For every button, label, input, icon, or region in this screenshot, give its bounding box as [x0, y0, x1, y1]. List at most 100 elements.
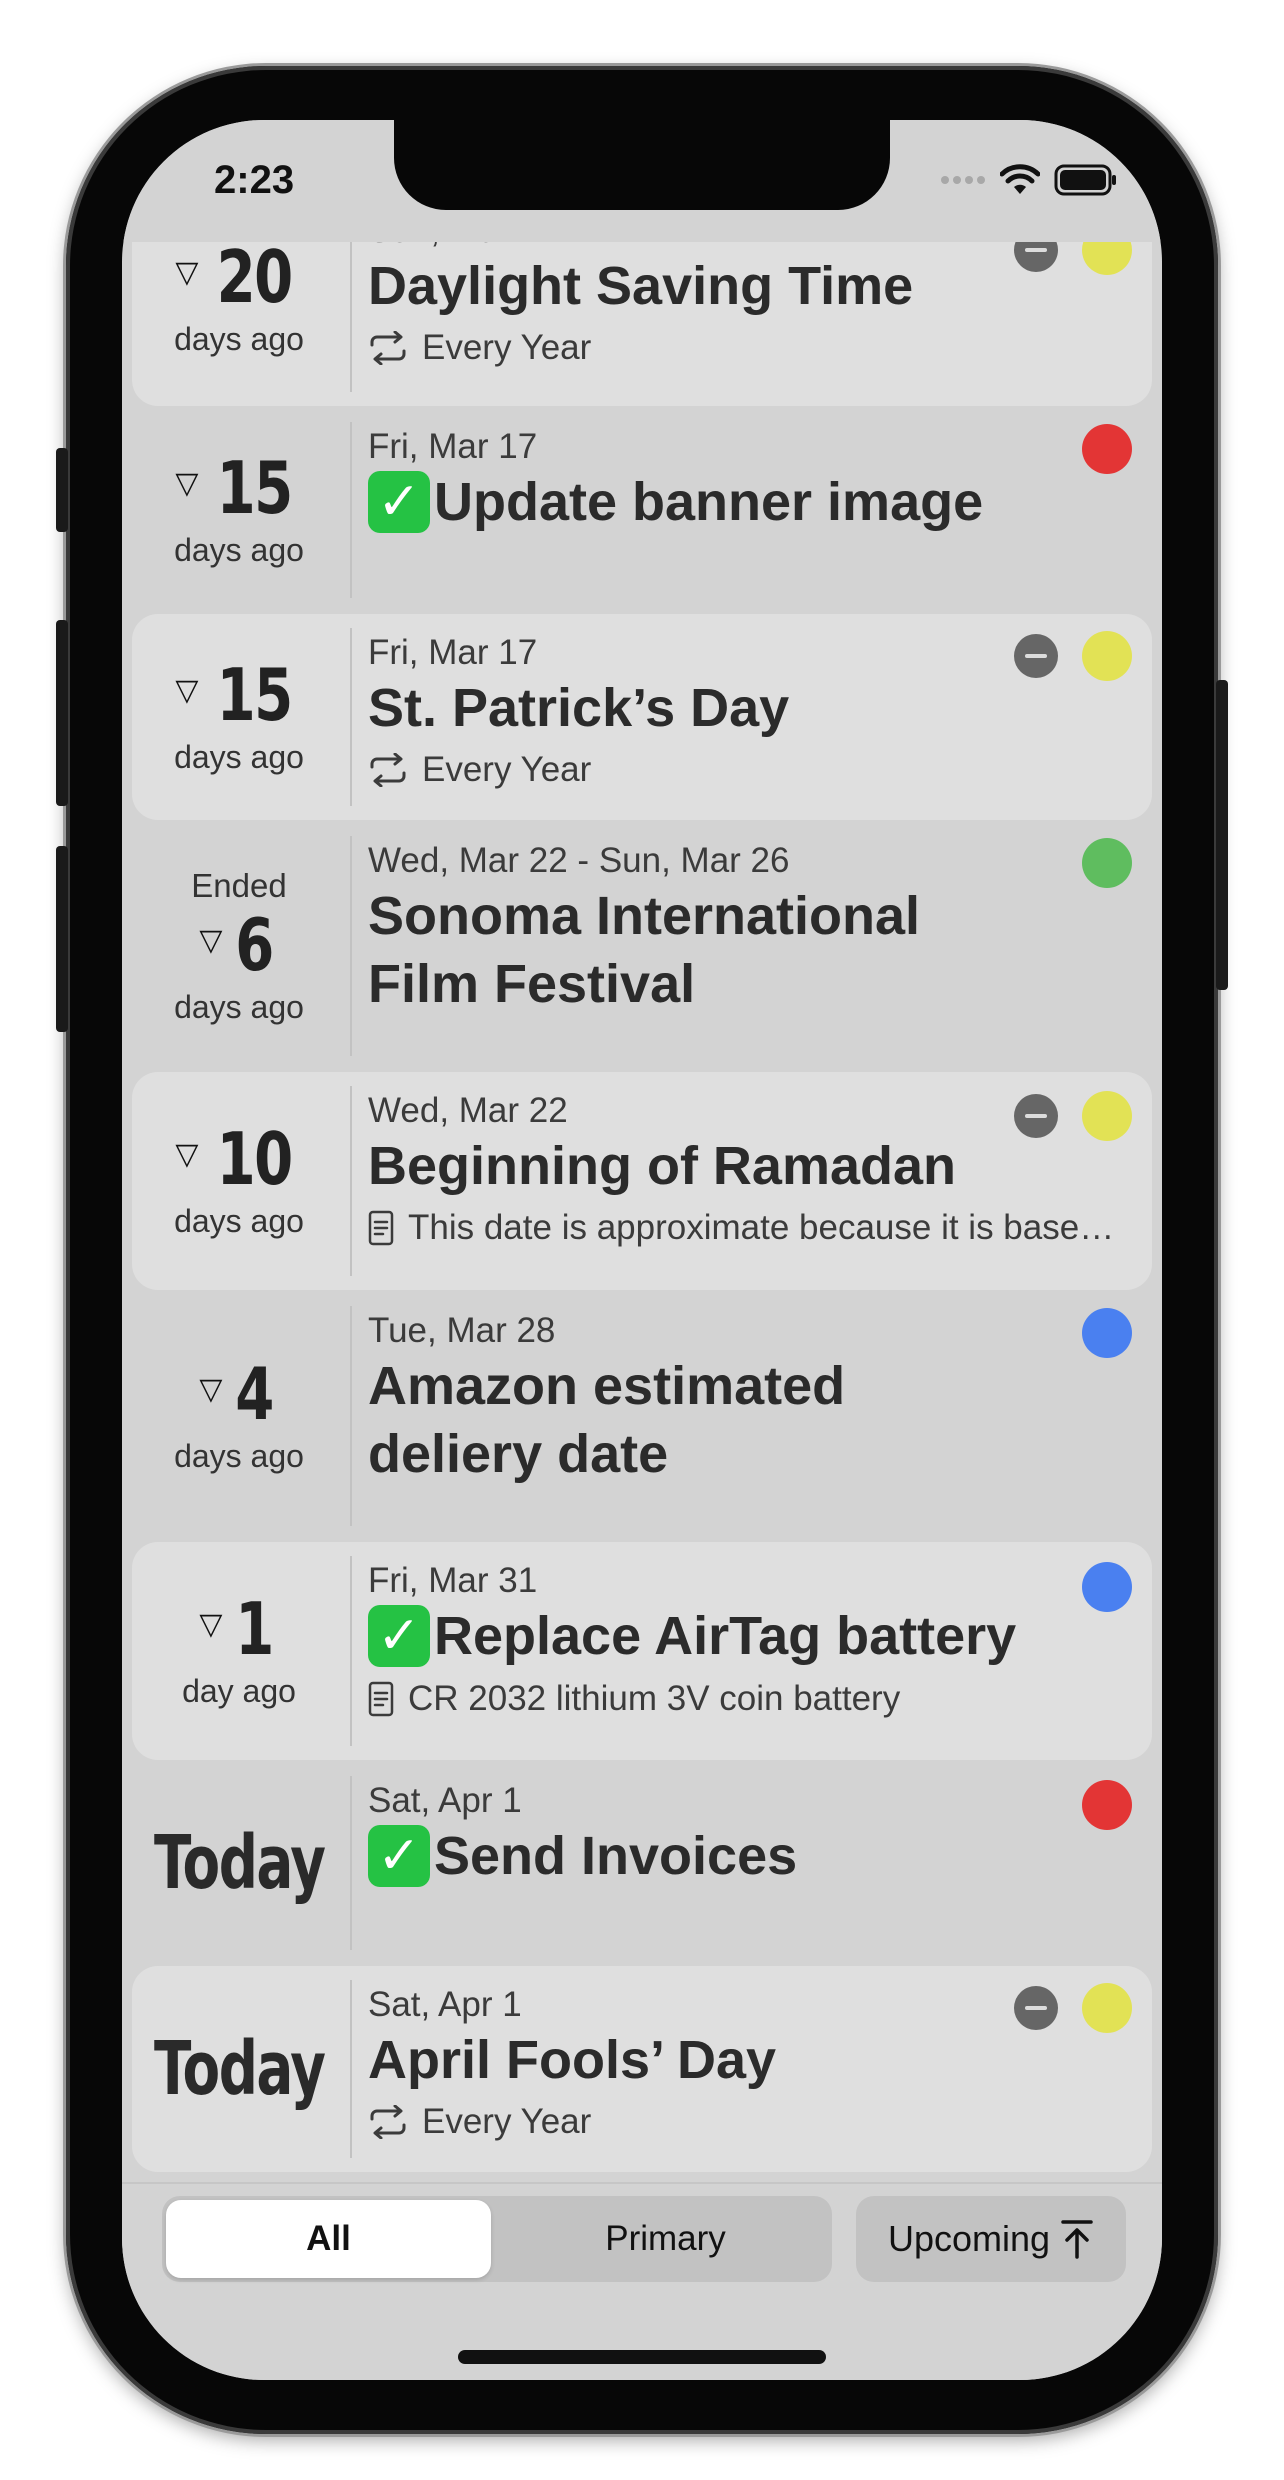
countdown: ▽ 10 days ago: [132, 1072, 346, 1290]
checkmark-icon: ✓: [368, 1604, 430, 1667]
past-indicator-icon: ▽: [199, 1373, 223, 1406]
scroll-to-top-icon: [1061, 2220, 1093, 2259]
divider: [350, 836, 352, 1056]
event-row[interactable]: ▽ 10 days ago Wed, Mar 22 Beginning of R…: [132, 1072, 1152, 1290]
bottom-toolbar: All Primary Upcoming: [122, 2182, 1162, 2380]
divider: [350, 242, 352, 392]
days-ago-label: days ago: [174, 1202, 304, 1239]
event-row[interactable]: ▽ 4 days ago Tue, Mar 28 Amazon estimate…: [132, 1292, 1152, 1540]
day-count: 4: [235, 1351, 275, 1436]
days-ago-label: day ago: [182, 1672, 296, 1709]
past-indicator-icon: ▽: [175, 467, 199, 500]
days-ago-label: days ago: [174, 531, 304, 568]
power-button: [1216, 680, 1228, 990]
calendar-color-dot: [1082, 1562, 1132, 1612]
event-title: Sonoma International Film Festival: [368, 886, 921, 1014]
calendar-color-dot: [1082, 1780, 1132, 1830]
calendar-color-dot: [1082, 1091, 1132, 1141]
day-count: 10: [217, 1116, 294, 1201]
days-ago-label: days ago: [174, 738, 304, 775]
today-label: Today: [153, 2026, 326, 2112]
event-list[interactable]: ▽ 20 days ago Sun, Mar 12 Daylight Savin…: [122, 242, 1162, 2182]
filter-segmented-control[interactable]: All Primary: [162, 2196, 832, 2282]
event-subtitle: CR 2032 lithium 3V coin battery: [368, 1671, 1132, 1727]
shared-calendar-icon: [1014, 1094, 1058, 1138]
event-title: April Fools’ Day: [368, 2030, 777, 2090]
event-date: Fri, Mar 31: [368, 1561, 538, 1600]
repeat-icon: [370, 331, 406, 365]
checkmark-icon: ✓: [368, 1824, 430, 1887]
day-count: 1: [235, 1586, 275, 1671]
countdown: ▽ 20 days ago: [132, 242, 346, 406]
day-count: 6: [235, 902, 275, 987]
repeat-icon: [370, 753, 406, 787]
notch: [394, 120, 890, 210]
event-date: Fri, Mar 17: [368, 427, 538, 466]
countdown: ▽ 15 days ago: [132, 614, 346, 820]
event-row[interactable]: ▽ 15 days ago Fri, Mar 17 ✓ Update banner…: [132, 408, 1152, 612]
days-ago-label: days ago: [174, 988, 304, 1025]
today-label: Today: [153, 1820, 326, 1906]
event-subtitle: Every Year: [368, 320, 1132, 376]
divider: [350, 1556, 352, 1746]
event-date: Sat, Apr 1: [368, 1781, 522, 1820]
event-title: ✓ Update banner image: [368, 468, 1132, 537]
upcoming-button[interactable]: Upcoming: [856, 2196, 1126, 2282]
event-subtitle: This date is approximate because it is b…: [368, 1200, 1132, 1256]
segment-primary[interactable]: Primary: [503, 2200, 828, 2278]
event-title: Beginning of Ramadan: [368, 1136, 957, 1196]
day-count: 15: [217, 445, 294, 530]
calendar-color-dot: [1082, 424, 1132, 474]
mute-switch: [56, 448, 68, 532]
day-count: 15: [217, 652, 294, 737]
divider: [350, 1776, 352, 1950]
home-indicator: [458, 2350, 826, 2364]
note-icon: [368, 1210, 394, 1246]
divider: [350, 1980, 352, 2158]
calendar-color-dot: [1082, 1983, 1132, 2033]
volume-down-button: [56, 846, 68, 1032]
countdown: ▽ 15 days ago: [132, 408, 346, 612]
upcoming-label: Upcoming: [887, 2218, 1051, 2259]
event-row[interactable]: Today Sat, Apr 1 April Fools’ Day Every …: [132, 1966, 1152, 2172]
status-time: 2:23: [214, 158, 295, 202]
event-title: St. Patrick’s Day: [368, 678, 790, 738]
shared-calendar-icon: [1014, 634, 1058, 678]
shared-calendar-icon: [1014, 1986, 1058, 2030]
repeat-icon: [370, 2105, 406, 2139]
divider: [350, 1086, 352, 1276]
battery-icon: [1054, 164, 1116, 196]
past-indicator-icon: ▽: [199, 924, 223, 957]
event-date: Wed, Mar 22 - Sun, Mar 26: [368, 841, 790, 880]
days-ago-label: days ago: [174, 320, 304, 357]
ended-label: Ended: [191, 866, 287, 904]
segment-all[interactable]: All: [166, 2200, 491, 2278]
divider: [350, 628, 352, 806]
event-row[interactable]: ▽ 15 days ago Fri, Mar 17 St. Patrick’s …: [132, 614, 1152, 820]
wifi-icon: [1000, 164, 1040, 194]
checkmark-icon: ✓: [368, 470, 430, 533]
event-title: ✓ Send Invoices: [368, 1822, 1132, 1891]
event-row[interactable]: Ended ▽ 6 days ago Wed, Mar 22 - Sun, Ma…: [132, 822, 1152, 1070]
calendar-color-dot: [1082, 631, 1132, 681]
note-icon: [368, 1681, 394, 1716]
event-title: ✓ Replace AirTag battery: [368, 1602, 1132, 1671]
event-title: Amazon estimated deliery date: [368, 1356, 846, 1484]
cellular-signal-icon: [941, 176, 985, 184]
countdown: Ended ▽ 6 days ago: [132, 822, 346, 1070]
past-indicator-icon: ▽: [175, 256, 199, 289]
countdown: Today: [132, 1762, 346, 1964]
past-indicator-icon: ▽: [175, 1138, 199, 1171]
screen: ▽ 20 days ago Sun, Mar 12 Daylight Savin…: [122, 120, 1162, 2380]
event-row[interactable]: ▽ 1 day ago Fri, Mar 31 ✓ Replace AirTag …: [132, 1542, 1152, 1760]
divider: [350, 422, 352, 598]
event-subtitle: Every Year: [368, 742, 1132, 798]
event-row[interactable]: Today Sat, Apr 1 ✓ Send Invoices: [132, 1762, 1152, 1964]
volume-up-button: [56, 620, 68, 806]
past-indicator-icon: ▽: [199, 1608, 223, 1641]
event-date: Tue, Mar 28: [368, 1311, 556, 1350]
day-count: 20: [217, 242, 294, 319]
event-row[interactable]: ▽ 20 days ago Sun, Mar 12 Daylight Savin…: [132, 242, 1152, 406]
countdown: ▽ 4 days ago: [132, 1292, 346, 1540]
calendar-color-dot: [1082, 838, 1132, 888]
